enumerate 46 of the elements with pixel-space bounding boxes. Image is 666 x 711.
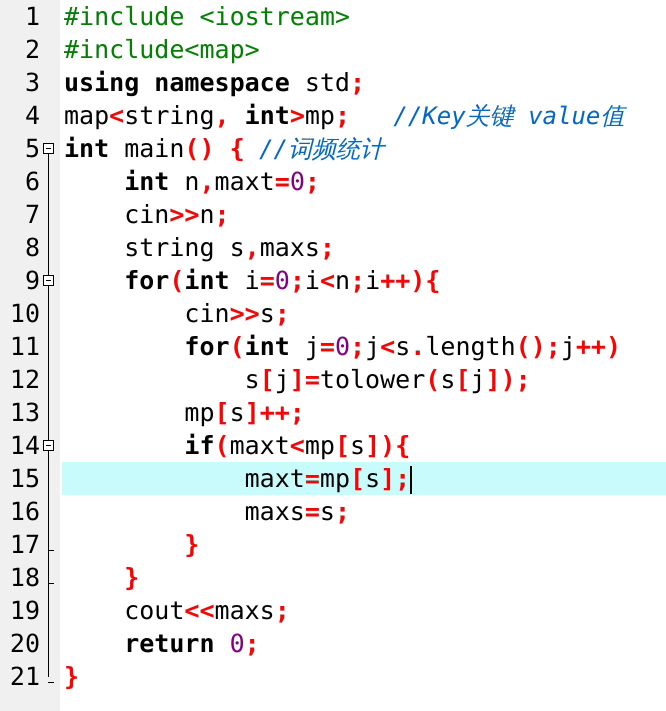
code-line: #include<map> bbox=[63, 34, 261, 66]
line-number: 5 bbox=[24, 133, 40, 165]
code-line: #include <iostream> bbox=[63, 1, 351, 33]
line-number: 10 bbox=[8, 298, 40, 330]
collapse-icon[interactable] bbox=[43, 275, 54, 286]
line-number: 21 bbox=[8, 661, 40, 693]
code-editor[interactable] bbox=[0, 0, 666, 711]
code-line: cout<<maxs; bbox=[123, 595, 291, 627]
line-number: 11 bbox=[8, 331, 40, 363]
code-line: } bbox=[123, 562, 140, 594]
code-line: return 0; bbox=[123, 628, 261, 660]
line-number: 4 bbox=[24, 100, 40, 132]
code-line: mp[s]++; bbox=[183, 397, 306, 429]
line-number: 13 bbox=[8, 397, 40, 429]
line-number: 3 bbox=[24, 67, 40, 99]
line-number: 15 bbox=[8, 463, 40, 495]
line-number: 1 bbox=[24, 1, 40, 33]
code-line: map<string, int>mp; //Key关键 value值 bbox=[62, 99, 666, 132]
code-line: } bbox=[183, 529, 200, 561]
code-line: if(maxt<mp[s]){ bbox=[183, 430, 412, 462]
code-line: using namespace std; bbox=[63, 67, 366, 99]
code-line: for(int i=0;i<n;i++){ bbox=[123, 265, 442, 297]
text-cursor bbox=[410, 466, 412, 494]
code-line: cin>>s; bbox=[183, 298, 291, 330]
line-number: 7 bbox=[24, 199, 40, 231]
code-line: } bbox=[63, 661, 80, 693]
code-line: for(int j=0;j<s.length();j++) bbox=[183, 331, 622, 363]
line-number: 18 bbox=[8, 562, 40, 594]
code-line: s[j]=tolower(s[j]); bbox=[244, 364, 532, 396]
collapse-icon[interactable] bbox=[43, 440, 54, 451]
code-line: int main() { //词频统计 bbox=[62, 132, 666, 165]
code-line: maxs=s; bbox=[244, 496, 352, 528]
line-number: 6 bbox=[24, 166, 40, 198]
code-line: int n,maxt=0; bbox=[123, 166, 321, 198]
code-line: cin>>n; bbox=[123, 199, 231, 231]
line-number: 20 bbox=[8, 628, 40, 660]
line-number: 16 bbox=[8, 496, 40, 528]
line-number: 8 bbox=[24, 232, 40, 264]
line-number: 12 bbox=[8, 364, 40, 396]
collapse-icon[interactable] bbox=[43, 143, 54, 154]
line-number: 19 bbox=[8, 595, 40, 627]
line-number: 14 bbox=[8, 430, 40, 462]
line-number: 17 bbox=[8, 529, 40, 561]
line-number: 9 bbox=[24, 265, 40, 297]
line-number: 2 bbox=[24, 34, 40, 66]
code-line: string s,maxs; bbox=[123, 232, 336, 264]
